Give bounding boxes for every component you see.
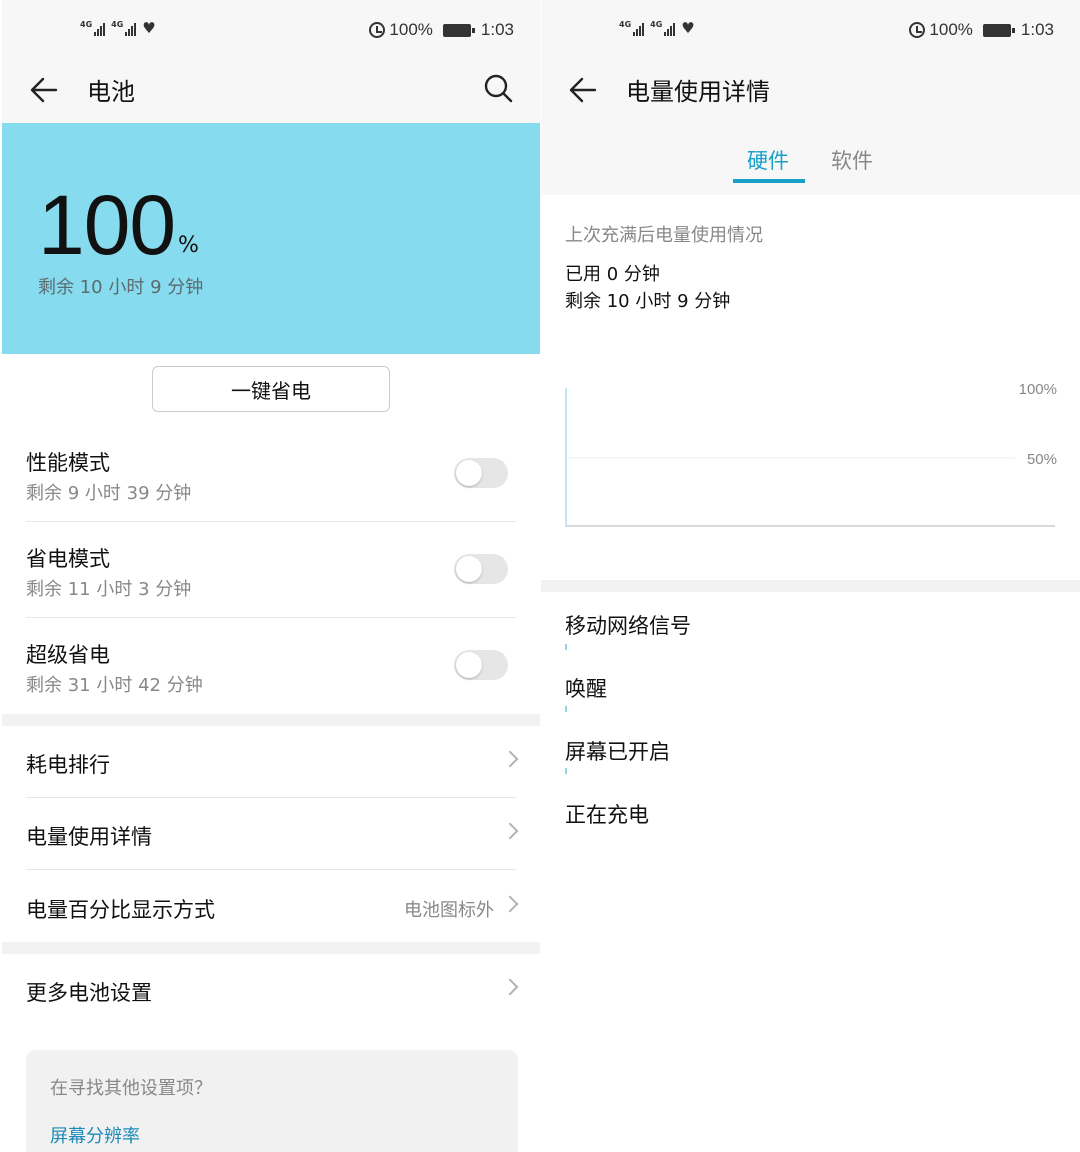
chevron-right-icon <box>501 978 519 996</box>
search-suggestion-card: 在寻找其他设置项？ 屏幕分辨率 <box>26 1050 518 1152</box>
nav-value: 电池图标外 <box>404 900 494 921</box>
divider <box>26 797 516 798</box>
back-arrow-icon[interactable] <box>28 74 60 106</box>
mode-remaining: 剩余 9 小时 39 分钟 <box>26 483 192 504</box>
usage-bar <box>565 706 567 712</box>
status-bar: 4G 4G ♥ 100% 1:03 <box>541 0 1080 62</box>
tab-hardware[interactable]: 硬件 <box>747 145 789 175</box>
health-heart-icon: ♥ <box>142 19 156 37</box>
status-icons-left: 4G 4G ♥ <box>80 20 156 36</box>
chevron-right-icon <box>501 895 519 913</box>
battery-screen: 4G 4G ♥ 100% 1:03 电池 100 % 剩余 10 小时 9 分钟… <box>2 0 540 1152</box>
nav-more-battery-settings[interactable]: 更多电池设置 <box>26 977 519 1037</box>
usage-used-time: 已用 0 分钟 <box>565 264 660 285</box>
mode-label: 超级省电 <box>26 643 110 667</box>
section-gap <box>541 580 1080 592</box>
tab-bar: 硬件 软件 <box>541 123 1080 195</box>
usage-caption: 上次充满后电量使用情况 <box>565 225 763 246</box>
section-gap <box>2 942 540 954</box>
search-icon[interactable] <box>482 72 514 104</box>
battery-level-panel: 100 % 剩余 10 小时 9 分钟 <box>2 123 540 354</box>
battery-percent-text: 100% <box>389 20 433 39</box>
signal-icon: 4G <box>650 20 676 36</box>
mode-label: 性能模式 <box>26 451 110 475</box>
usage-remaining-time: 剩余 10 小时 9 分钟 <box>565 291 731 312</box>
performance-mode-toggle[interactable] <box>454 458 508 488</box>
nav-label: 电量百分比显示方式 <box>26 898 215 922</box>
divider <box>26 617 516 618</box>
page-title: 电池 <box>87 78 135 106</box>
alarm-icon <box>909 22 926 38</box>
battery-icon <box>442 23 475 37</box>
chart-ytick-label: 100% <box>1019 381 1057 398</box>
battery-usage-chart: 100% 50% <box>565 381 1057 527</box>
nav-usage-details[interactable]: 电量使用详情 <box>26 821 519 881</box>
back-arrow-icon[interactable] <box>567 74 599 106</box>
hw-item-screen-on: 屏幕已开启 <box>565 740 670 764</box>
health-heart-icon: ♥ <box>681 19 695 37</box>
signal-icon: 4G <box>619 20 645 36</box>
signal-icon: 4G <box>80 20 106 36</box>
mode-remaining: 剩余 11 小时 3 分钟 <box>26 579 192 600</box>
clock-text: 1:03 <box>480 20 514 39</box>
divider <box>26 869 516 870</box>
one-tap-save-button[interactable]: 一键省电 <box>152 366 390 412</box>
usage-details-screen: 4G 4G ♥ 100% 1:03 电量使用详情 硬件 软件 上次充满后电量使用… <box>541 0 1080 1152</box>
mode-label: 省电模式 <box>26 547 110 571</box>
mode-row-performance[interactable]: 性能模式 剩余 9 小时 39 分钟 <box>26 447 516 543</box>
nav-label: 更多电池设置 <box>26 981 152 1005</box>
hw-item-charging: 正在充电 <box>565 803 649 827</box>
battery-level-number: 100 <box>38 178 176 272</box>
nav-power-ranking[interactable]: 耗电排行 <box>26 749 519 809</box>
usage-bar <box>565 768 567 774</box>
ultra-saving-mode-toggle[interactable] <box>454 650 508 680</box>
status-bar: 4G 4G ♥ 100% 1:03 <box>2 0 540 62</box>
divider <box>26 521 516 522</box>
usage-bar <box>565 644 567 650</box>
chevron-right-icon <box>501 822 519 840</box>
nav-label: 耗电排行 <box>26 753 110 777</box>
battery-percent-text: 100% <box>929 20 973 39</box>
screen-resolution-link[interactable]: 屏幕分辨率 <box>50 1122 140 1148</box>
battery-remaining-time: 剩余 10 小时 9 分钟 <box>38 277 204 298</box>
clock-text: 1:03 <box>1020 20 1054 39</box>
suggestion-question: 在寻找其他设置项？ <box>50 1078 212 1099</box>
hw-item-mobile-signal: 移动网络信号 <box>565 614 691 638</box>
chart-ytick-label: 50% <box>1027 451 1057 468</box>
mode-row-power-saving[interactable]: 省电模式 剩余 11 小时 3 分钟 <box>26 543 516 639</box>
status-icons-right: 100% 1:03 <box>369 20 514 40</box>
app-header: 电量使用详情 <box>541 62 1080 123</box>
page-title: 电量使用详情 <box>626 78 770 106</box>
power-saving-mode-toggle[interactable] <box>454 554 508 584</box>
section-gap <box>2 714 540 726</box>
alarm-icon <box>369 22 386 38</box>
signal-icon: 4G <box>111 20 137 36</box>
nav-label: 电量使用详情 <box>26 825 152 849</box>
chevron-right-icon <box>501 750 519 768</box>
battery-icon <box>982 23 1015 37</box>
status-icons-right: 100% 1:03 <box>909 20 1054 40</box>
battery-level-unit: % <box>178 233 199 258</box>
active-tab-indicator <box>733 179 805 183</box>
tab-software[interactable]: 软件 <box>831 145 873 175</box>
status-icons-left: 4G 4G ♥ <box>619 20 695 36</box>
hw-item-wakeup: 唤醒 <box>565 677 607 701</box>
mode-remaining: 剩余 31 小时 42 分钟 <box>26 675 203 696</box>
app-header: 电池 <box>2 62 540 123</box>
